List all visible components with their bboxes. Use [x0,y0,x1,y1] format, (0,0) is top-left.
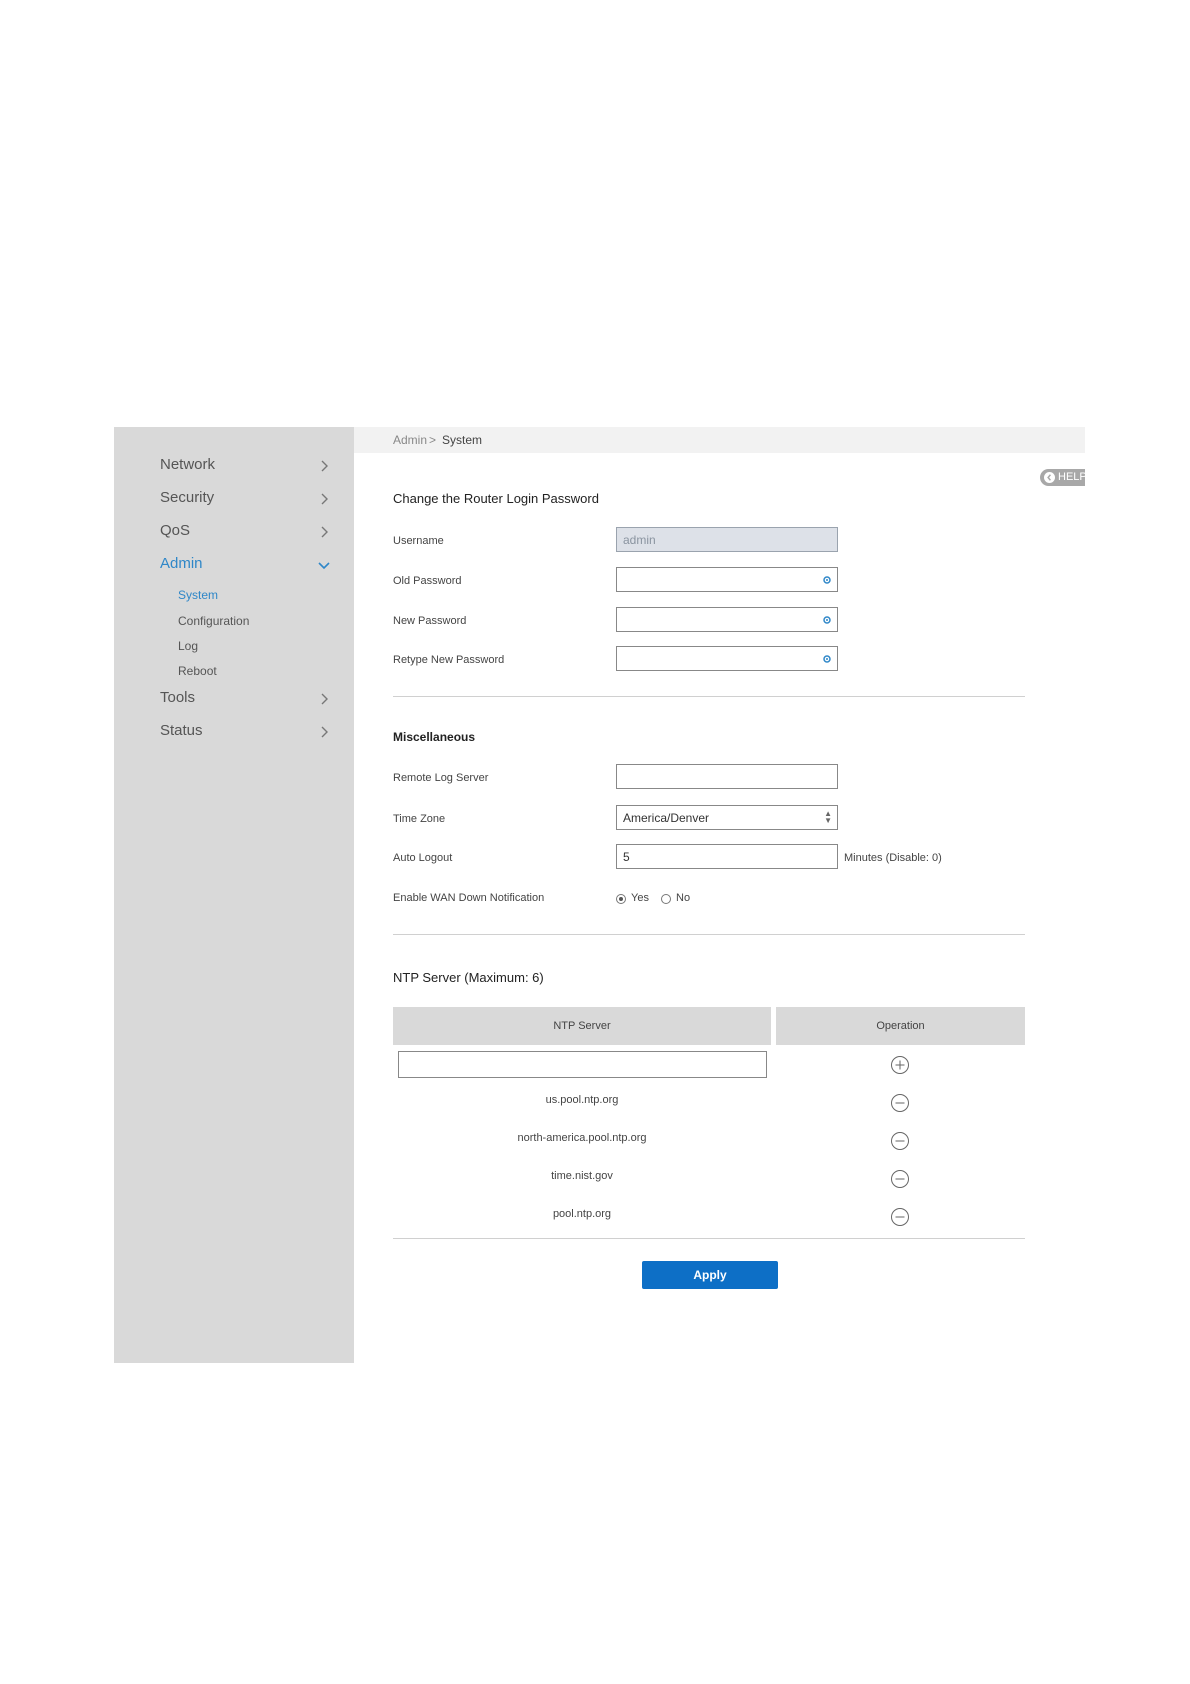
sidebar-subitem-log[interactable]: Log [178,639,198,653]
help-label: HELP [1058,471,1087,483]
remove-circle-icon[interactable] [890,1207,910,1227]
auto-logout-value: 5 [623,850,630,864]
eye-icon[interactable] [823,576,831,584]
remove-circle-icon[interactable] [890,1093,910,1113]
chevron-right-icon [321,460,328,472]
radio-unselected-icon [661,894,671,904]
breadcrumb-current: System [442,433,483,447]
new-password-label: New Password [393,615,467,627]
chevron-down-icon [318,562,330,570]
ntp-server-row: pool.ntp.org [393,1197,1025,1235]
breadcrumb-parent[interactable]: Admin [393,433,427,447]
breadcrumb-separator: > [429,433,437,447]
radio-selected-icon [616,894,626,904]
new-ntp-server-input[interactable] [398,1051,767,1078]
ntp-server-host: time.nist.gov [551,1170,613,1182]
auto-logout-input[interactable]: 5 [616,844,838,869]
sidebar-subitem-configuration[interactable]: Configuration [178,614,249,628]
auto-logout-label: Auto Logout [393,852,453,864]
sidebar-item-label: Admin [160,555,203,572]
sidebar-item-label: QoS [160,522,191,539]
remote-log-input[interactable] [616,764,838,789]
up-down-arrows-icon: ▲ ▼ [824,809,832,825]
ntp-server-row: time.nist.gov [393,1159,1025,1197]
retype-password-label: Retype New Password [393,654,505,666]
sidebar-subitem-system[interactable]: System [178,588,218,602]
router-admin-frame: Network Security QoS Admin System Config… [114,427,1087,1363]
sidebar-item-label: Status [160,722,203,739]
breadcrumb: Admin > System [354,427,1085,453]
auto-logout-hint: Minutes (Disable: 0) [844,852,942,864]
old-password-label: Old Password [393,575,462,587]
chevron-right-icon [321,726,328,738]
ntp-server-column-header: NTP Server [393,1007,771,1045]
sidebar-item-admin[interactable]: Admin [160,552,330,578]
ntp-table: NTP Server Operation us.pool.ntp.org nor… [354,1007,1085,1247]
sidebar-item-label: Network [160,456,216,473]
chevron-left-circle-icon [1044,472,1055,483]
chevron-right-icon [321,693,328,705]
username-label: Username [393,535,444,547]
apply-button[interactable]: Apply [642,1261,778,1289]
misc-section-title: Miscellaneous [393,730,476,744]
sidebar-item-qos[interactable]: QoS [160,519,330,545]
password-section-title: Change the Router Login Password [393,491,599,506]
old-password-field[interactable] [616,567,838,592]
eye-icon[interactable] [823,616,831,624]
wan-notify-label: Enable WAN Down Notification [393,892,545,904]
section-divider [393,696,1025,697]
new-password-field[interactable] [616,607,838,632]
operation-column-header: Operation [776,1007,1025,1045]
ntp-server-row: us.pool.ntp.org [393,1083,1025,1121]
username-value: admin [623,533,656,547]
remove-circle-icon[interactable] [890,1169,910,1189]
sidebar-item-network[interactable]: Network [160,453,330,479]
retype-password-field[interactable] [616,646,838,671]
username-field: admin [616,527,838,552]
sidebar-item-tools[interactable]: Tools [160,686,330,712]
eye-icon[interactable] [823,655,831,663]
sidebar-item-security[interactable]: Security [160,486,330,512]
wan-notify-radio-group: Yes No [616,892,736,908]
ntp-server-host: north-america.pool.ntp.org [517,1132,647,1144]
wan-notify-yes-label: Yes [631,892,649,904]
ntp-server-host: pool.ntp.org [552,1208,612,1220]
ntp-server-host: us.pool.ntp.org [545,1094,619,1106]
chevron-right-icon [321,526,328,538]
remove-circle-icon[interactable] [890,1131,910,1151]
sidebar-item-label: Security [160,489,215,506]
sidebar-subitem-reboot[interactable]: Reboot [178,664,217,678]
wan-notify-no-label: No [676,892,691,904]
help-button[interactable]: HELP [1040,469,1087,486]
sidebar: Network Security QoS Admin System Config… [114,427,354,1363]
remote-log-label: Remote Log Server [393,772,489,784]
ntp-server-row: north-america.pool.ntp.org [393,1121,1025,1159]
ntp-section-title: NTP Server (Maximum: 6) [393,970,544,985]
main-content: Admin > System HELP Change the Router Lo… [354,427,1087,1363]
timezone-label: Time Zone [393,813,446,825]
sidebar-item-status[interactable]: Status [160,719,330,745]
section-divider [393,1238,1025,1239]
add-circle-icon[interactable] [890,1055,910,1075]
sidebar-item-label: Tools [160,689,196,706]
timezone-value: America/Denver [623,811,710,825]
timezone-select[interactable]: America/Denver ▲ ▼ [616,805,838,830]
section-divider [393,934,1025,935]
chevron-right-icon [321,493,328,505]
